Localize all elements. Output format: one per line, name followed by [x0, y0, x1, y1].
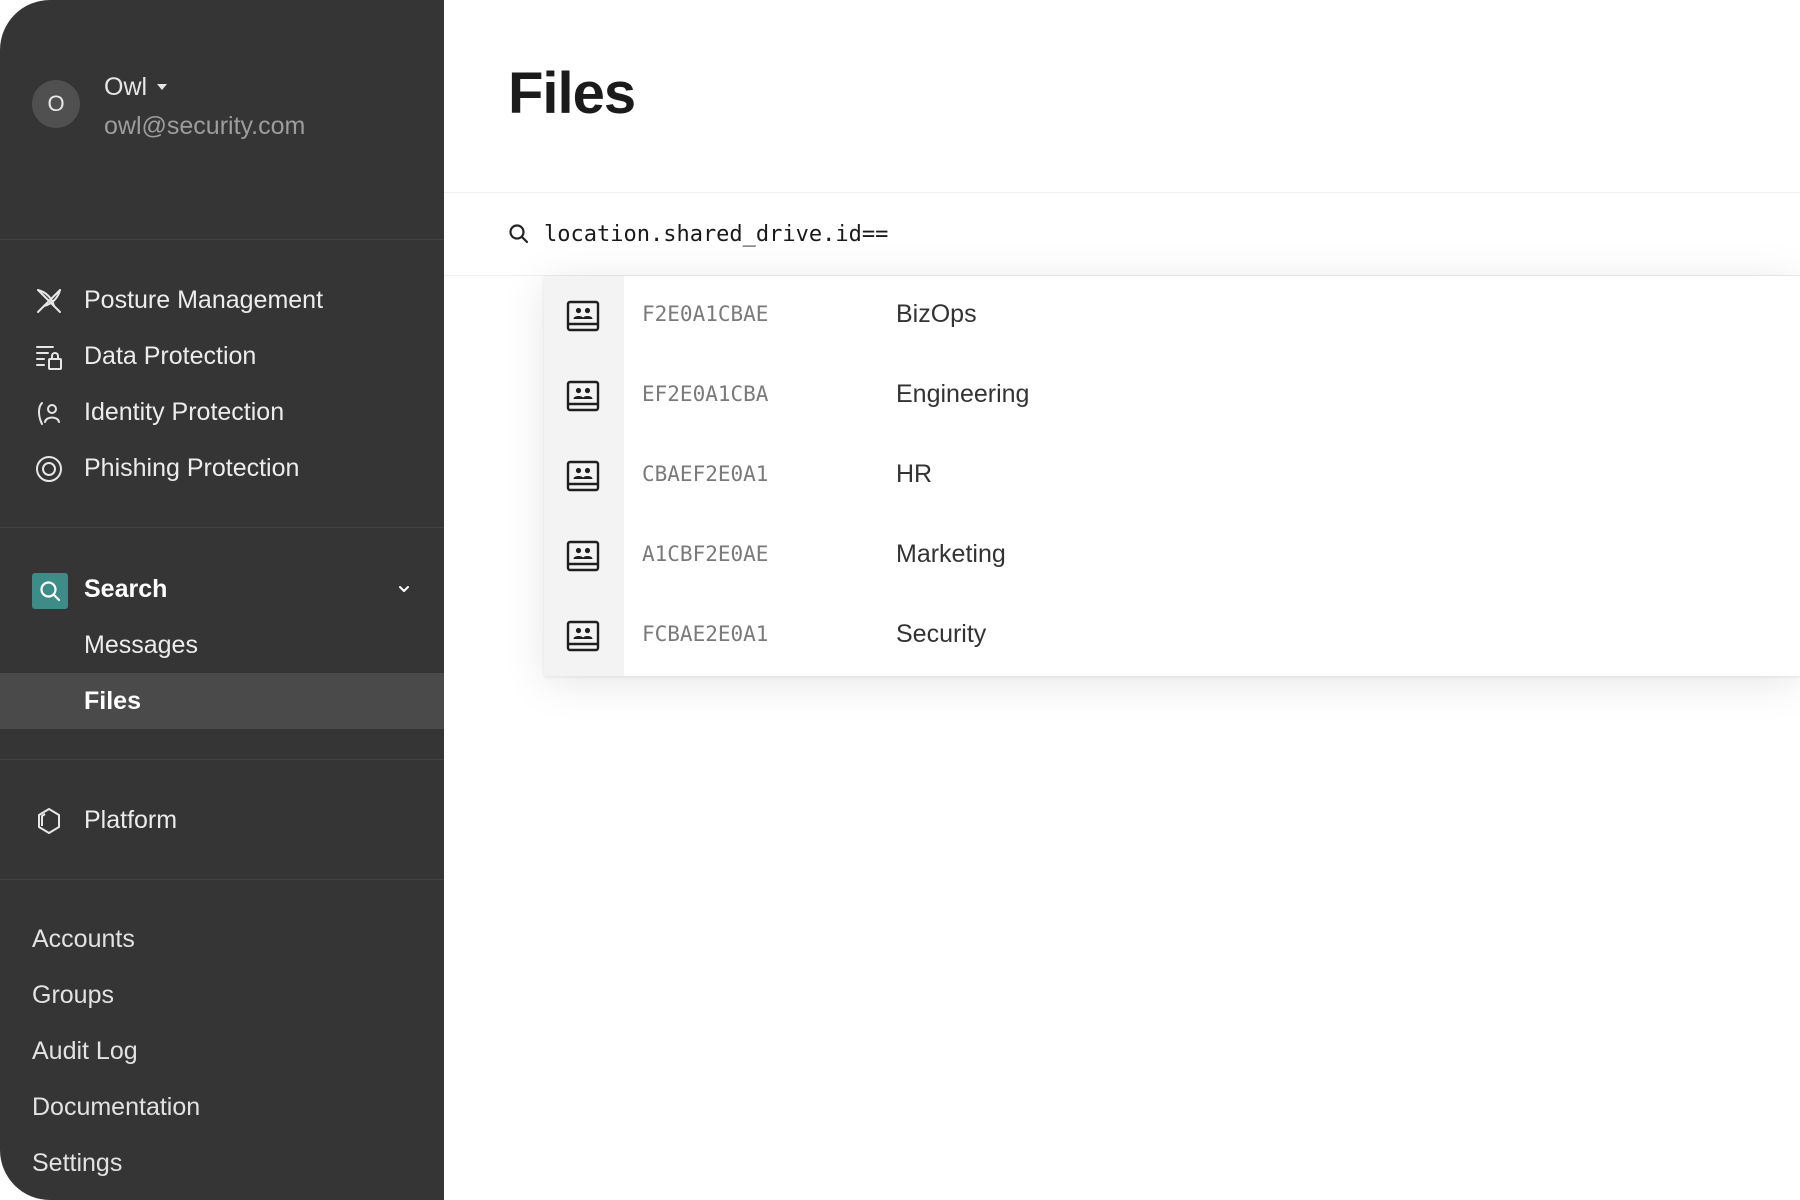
- main-content: Files F2E0A1CBAE BizOps EF2E0A1CBA Engineer…: [444, 0, 1800, 1200]
- target-icon: [36, 456, 62, 482]
- shared-drive-icon: [566, 300, 600, 332]
- shared-drive-icon: [566, 620, 600, 652]
- suggestion-row[interactable]: CBAEF2E0A1 HR: [544, 436, 1800, 516]
- sidebar-item-label: Data Protection: [84, 341, 257, 370]
- drive-name: BizOps: [896, 300, 977, 328]
- caret-down-icon: [157, 84, 168, 90]
- search-section-icon-box: [32, 573, 68, 609]
- drive-name: HR: [896, 460, 933, 488]
- drive-id: F2E0A1CBAE: [642, 302, 769, 326]
- hexagon-icon: [38, 808, 60, 834]
- shared-drive-icon: [566, 540, 600, 572]
- drive-name: Security: [896, 620, 987, 648]
- sidebar: O Owl owl@security.com Posture Managemen…: [0, 0, 444, 1200]
- drive-name: Engineering: [896, 380, 1030, 408]
- drive-id: FCBAE2E0A1: [642, 622, 769, 646]
- shared-drive-icon: [566, 380, 600, 412]
- sidebar-item-label: Posture Management: [84, 285, 324, 314]
- sidebar-item-phishing-protection[interactable]: Phishing Protection: [0, 440, 444, 496]
- sidebar-subitem-messages[interactable]: Messages: [0, 617, 444, 673]
- sidebar-item-label: Phishing Protection: [84, 453, 300, 482]
- search-bar: [444, 193, 1800, 275]
- sidebar-item-identity-protection[interactable]: Identity Protection: [0, 384, 444, 440]
- drive-id: CBAEF2E0A1: [642, 462, 769, 486]
- autocomplete-dropdown: F2E0A1CBAE BizOps EF2E0A1CBA Engineering CBA…: [544, 276, 1800, 676]
- app-window: O Owl owl@security.com Posture Managemen…: [0, 0, 1800, 1200]
- avatar: O: [32, 80, 80, 128]
- suggestion-row[interactable]: F2E0A1CBAE BizOps: [544, 276, 1800, 356]
- shared-drive-icon: [566, 460, 600, 492]
- sidebar-item-data-protection[interactable]: Data Protection: [0, 328, 444, 384]
- suggestion-row[interactable]: FCBAE2E0A1 Security: [544, 596, 1800, 676]
- search-icon: [40, 581, 61, 602]
- sidebar-item-platform[interactable]: Platform: [0, 792, 444, 848]
- search-input[interactable]: [544, 213, 1744, 255]
- sidebar-divider: [0, 879, 444, 880]
- sidebar-item-posture-management[interactable]: Posture Management: [0, 272, 444, 328]
- sidebar-divider: [0, 239, 444, 240]
- sidebar-link-groups[interactable]: Groups: [32, 981, 114, 1010]
- identity-shield-icon: [38, 402, 60, 425]
- drive-id: A1CBF2E0AE: [642, 542, 769, 566]
- posture-icon: [37, 289, 61, 313]
- sidebar-item-label: Identity Protection: [84, 397, 285, 426]
- chevron-down-icon[interactable]: [398, 583, 410, 595]
- sidebar-link-accounts[interactable]: Accounts: [32, 925, 135, 954]
- drive-id: EF2E0A1CBA: [642, 382, 769, 406]
- sidebar-item-label: Messages: [84, 630, 198, 659]
- sidebar-item-label: Platform: [84, 805, 178, 834]
- data-lock-icon: [36, 346, 62, 370]
- suggestion-row[interactable]: A1CBF2E0AE Marketing: [544, 516, 1800, 596]
- sidebar-item-label: Search: [84, 574, 168, 603]
- user-name: Owl: [104, 72, 148, 101]
- suggestion-row[interactable]: EF2E0A1CBA Engineering: [544, 356, 1800, 436]
- sidebar-link-audit-log[interactable]: Audit Log: [32, 1037, 138, 1066]
- drive-name: Marketing: [896, 540, 1006, 568]
- user-menu-toggle[interactable]: Owl: [104, 72, 305, 102]
- sidebar-item-search[interactable]: Search: [0, 561, 444, 617]
- sidebar-link-documentation[interactable]: Documentation: [32, 1093, 200, 1122]
- user-profile[interactable]: O Owl owl@security.com: [32, 72, 305, 141]
- sidebar-divider: [0, 759, 444, 760]
- sidebar-divider: [0, 527, 444, 528]
- sidebar-link-settings[interactable]: Settings: [32, 1149, 122, 1178]
- sidebar-subitem-files[interactable]: Files: [0, 673, 444, 729]
- profile-text: Owl owl@security.com: [104, 72, 305, 141]
- page-title: Files: [508, 61, 636, 126]
- search-icon: [509, 224, 529, 244]
- user-email: owl@security.com: [104, 112, 306, 140]
- sidebar-item-label: Files: [84, 686, 141, 715]
